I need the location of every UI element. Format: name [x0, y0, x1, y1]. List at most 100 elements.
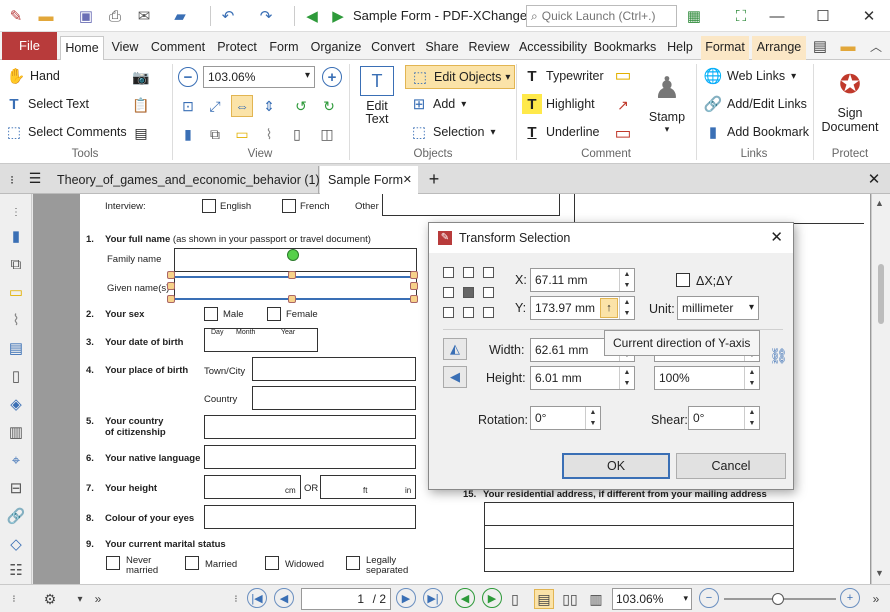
select-comments-button[interactable]: ⬚ Select Comments — [4, 122, 127, 142]
spin-arrows-icon[interactable]: ▲▼ — [619, 269, 634, 291]
tab-share[interactable]: Share — [422, 36, 462, 60]
content-panel-icon[interactable]: ▥ — [6, 422, 26, 442]
snapshot-icon[interactable]: 📷 — [130, 66, 152, 88]
minimize-button[interactable]: — — [757, 4, 797, 28]
close-tab-icon[interactable]: ✕ — [403, 166, 412, 194]
layers-panel-icon[interactable]: ◈ — [6, 394, 26, 414]
status-zoom-out-button[interactable]: − — [699, 588, 719, 608]
clipboard-icon[interactable]: 📋 — [130, 94, 152, 116]
resize-handle-b[interactable] — [288, 295, 296, 303]
native-language-field[interactable] — [204, 445, 416, 469]
anchor-bottom-center[interactable] — [463, 307, 474, 318]
delta-xy-checkbox[interactable] — [676, 273, 690, 287]
continuous-facing-icon[interactable]: ▥ — [586, 589, 606, 609]
expand-icon[interactable]: » — [88, 589, 108, 609]
fit-visible-icon[interactable]: ⇕ — [258, 95, 280, 117]
residential-address-line-3[interactable] — [484, 548, 794, 572]
settings-icon[interactable]: ⚙ — [40, 589, 60, 609]
tab-bookmarks[interactable]: Bookmarks — [592, 36, 658, 60]
bookmarks-panel-icon[interactable]: ▮ — [6, 226, 26, 246]
rotate-right-icon[interactable]: ↻ — [318, 95, 340, 117]
page-number-input[interactable]: 1 / 2 — [301, 588, 391, 610]
residential-address-line-1[interactable] — [484, 502, 794, 526]
y-spinbox[interactable]: 173.97 mm ↑ ▲ ▼ — [530, 296, 635, 320]
other-language-field[interactable] — [382, 194, 560, 216]
rectangle-icon[interactable]: ▭ — [612, 122, 634, 144]
town-city-field[interactable] — [252, 357, 416, 381]
resize-handle-r[interactable] — [410, 282, 418, 290]
cancel-button[interactable]: Cancel — [676, 453, 786, 479]
tab-accessibility[interactable]: Accessibility — [516, 36, 590, 60]
continuous-page-icon[interactable]: ▤ — [534, 589, 554, 609]
comments-panel-icon[interactable]: ▭ — [6, 282, 26, 302]
back-view-button[interactable]: ◀ — [455, 588, 475, 608]
flip-vertical-icon[interactable]: ◀ — [443, 366, 467, 388]
document-icon[interactable]: ▯ — [286, 123, 308, 145]
dialog-close-button[interactable]: ✕ — [770, 228, 783, 246]
tab-arrange[interactable]: Arrange — [752, 36, 806, 60]
anchor-top-center[interactable] — [463, 267, 474, 278]
spin-arrows-icon[interactable]: ▲▼ — [744, 367, 759, 389]
scrollbar-thumb[interactable] — [878, 264, 884, 324]
zoom-out-button[interactable]: − — [178, 67, 198, 87]
tags-panel-icon[interactable]: ◇ — [6, 534, 26, 554]
next-page-button[interactable]: ▶ — [396, 588, 416, 608]
attachment-icon[interactable]: ⌇ — [258, 123, 280, 145]
resize-handle-t[interactable] — [288, 271, 296, 279]
first-page-button[interactable]: |◀ — [247, 588, 267, 608]
anchor-top-right[interactable] — [483, 267, 494, 278]
quick-launch-box[interactable]: ⌕ — [526, 5, 677, 27]
married-checkbox[interactable] — [185, 556, 199, 570]
tab-protect[interactable]: Protect — [213, 36, 261, 60]
resize-handle-tl[interactable] — [167, 271, 175, 279]
spin-arrows-icon[interactable]: ▲▼ — [619, 367, 634, 389]
structure-panel-icon[interactable]: ⊟ — [6, 478, 26, 498]
male-checkbox[interactable] — [204, 307, 218, 321]
status-zoom-in-button[interactable]: + — [840, 588, 860, 608]
y-axis-direction-icon[interactable]: ↑ — [600, 298, 618, 318]
spin-arrows-icon[interactable]: ▲▼ — [619, 297, 634, 319]
french-checkbox[interactable] — [282, 199, 296, 213]
single-page-icon[interactable]: ▯ — [505, 589, 525, 609]
expand-right-icon[interactable]: » — [866, 589, 886, 609]
actual-size-icon[interactable]: ⊡ — [177, 95, 199, 117]
print-icon[interactable]: ⎙ — [105, 6, 125, 26]
quick-launch-input[interactable] — [541, 9, 662, 23]
scan-icon[interactable]: ▰ — [170, 6, 190, 26]
anchor-point-grid[interactable] — [443, 267, 495, 319]
spin-arrows-icon[interactable]: ▲▼ — [744, 407, 759, 429]
forward-view-button[interactable]: ▶ — [482, 588, 502, 608]
tab-list-icon[interactable]: ☰ — [25, 168, 45, 188]
properties-panel-icon[interactable]: ▤ — [6, 338, 26, 358]
sign-document-button[interactable]: ✪ Sign Document — [816, 66, 884, 135]
add-object-button[interactable]: ⊞ Add ▾ — [409, 94, 467, 114]
add-edit-links-button[interactable]: 🔗 Add/Edit Links — [703, 94, 807, 114]
comments-icon[interactable]: ▭ — [231, 123, 253, 145]
residential-address-line-2[interactable] — [484, 525, 794, 549]
fullscreen-icon[interactable]: ⛶ — [731, 6, 751, 26]
reflow-icon[interactable]: ▤ — [130, 122, 152, 144]
pages-icon[interactable]: ⧉ — [204, 123, 226, 145]
tab-file[interactable]: File — [2, 32, 57, 60]
sticky-note-icon[interactable]: ▭ — [612, 64, 634, 86]
bookmark-icon[interactable]: ▮ — [177, 123, 199, 145]
height-spinbox[interactable]: 6.01 mm ▲ ▼ — [530, 366, 635, 390]
collapse-ribbon-icon[interactable]: ︿ — [866, 36, 886, 56]
forward-icon[interactable]: ▶ — [328, 6, 348, 26]
properties-icon[interactable]: ▤ — [810, 36, 830, 56]
x-spinbox[interactable]: 67.11 mm ▲ ▼ — [530, 268, 635, 292]
english-checkbox[interactable] — [202, 199, 216, 213]
edit-text-button[interactable]: T Edit Text — [352, 66, 402, 126]
zoom-combobox[interactable]: 103.06% ▾ — [203, 66, 315, 88]
last-page-button[interactable]: ▶| — [423, 588, 443, 608]
rotation-spinbox[interactable]: 0° ▲ ▼ — [530, 406, 601, 430]
links-panel-icon[interactable]: 🔗 — [6, 506, 26, 526]
open-folder-icon[interactable]: ▬ — [36, 6, 56, 26]
tab-view[interactable]: View — [108, 36, 142, 60]
citizenship-field[interactable] — [204, 415, 416, 439]
facing-pages-icon[interactable]: ▯▯ — [560, 589, 580, 609]
country-field[interactable] — [252, 386, 416, 410]
height-ft-field[interactable] — [320, 475, 416, 499]
doc-tab-theory[interactable]: Theory_of_games_and_economic_behavior (1… — [49, 166, 320, 194]
signatures-panel-icon[interactable]: ▯ — [6, 366, 26, 386]
